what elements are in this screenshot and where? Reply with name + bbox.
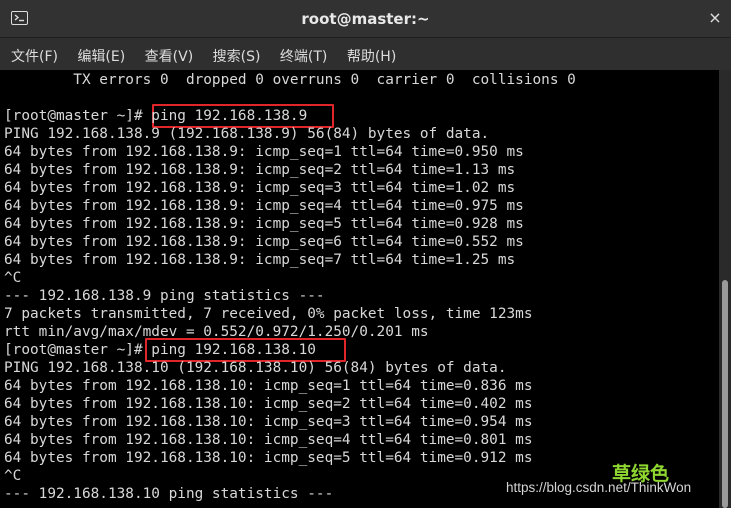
terminal-line: 64 bytes from 192.168.138.9: icmp_seq=3 … bbox=[4, 180, 516, 196]
terminal-line: --- 192.168.138.9 ping statistics --- bbox=[4, 288, 325, 304]
menu-view[interactable]: 查看(V) bbox=[145, 46, 194, 66]
terminal-line: ^C bbox=[4, 468, 22, 484]
terminal-window: root@master:~ × 文件(F) 编辑(E) 查看(V) 搜索(S) … bbox=[0, 0, 731, 508]
terminal-line: --- 192.168.138.10 ping statistics --- bbox=[4, 486, 334, 502]
terminal-line: 64 bytes from 192.168.138.10: icmp_seq=3… bbox=[4, 414, 533, 430]
terminal-line: ^C bbox=[4, 270, 22, 286]
terminal-line: 64 bytes from 192.168.138.10: icmp_seq=2… bbox=[4, 396, 533, 412]
menu-file[interactable]: 文件(F) bbox=[11, 46, 58, 66]
terminal-line: PING 192.168.138.10 (192.168.138.10) 56(… bbox=[4, 360, 507, 376]
terminal-line: rtt min/avg/max/mdev = 0.552/0.972/1.250… bbox=[4, 324, 429, 340]
terminal-line: [root@master ~]# ping 192.168.138.9 bbox=[4, 108, 308, 124]
terminal-line: 64 bytes from 192.168.138.9: icmp_seq=6 … bbox=[4, 234, 524, 250]
terminal-line: 64 bytes from 192.168.138.9: icmp_seq=2 … bbox=[4, 162, 516, 178]
terminal-line: [root@master ~]# ping 192.168.138.10 bbox=[4, 342, 316, 358]
menu-terminal[interactable]: 终端(T) bbox=[280, 46, 327, 66]
scrollbar[interactable] bbox=[719, 70, 731, 508]
window-title: root@master:~ bbox=[301, 10, 430, 28]
terminal-output[interactable]: TX errors 0 dropped 0 overruns 0 carrier… bbox=[0, 70, 719, 508]
menu-search[interactable]: 搜索(S) bbox=[213, 46, 261, 66]
terminal-line: TX errors 0 dropped 0 overruns 0 carrier… bbox=[4, 72, 576, 88]
terminal-line: 64 bytes from 192.168.138.10: icmp_seq=1… bbox=[4, 378, 533, 394]
terminal-line: 64 bytes from 192.168.138.10: icmp_seq=4… bbox=[4, 432, 533, 448]
menu-bar: 文件(F) 编辑(E) 查看(V) 搜索(S) 终端(T) 帮助(H) bbox=[0, 38, 731, 70]
close-icon[interactable]: × bbox=[705, 8, 725, 28]
terminal-line: 64 bytes from 192.168.138.9: icmp_seq=1 … bbox=[4, 144, 524, 160]
terminal-line: 64 bytes from 192.168.138.9: icmp_seq=5 … bbox=[4, 216, 524, 232]
terminal-line: 64 bytes from 192.168.138.9: icmp_seq=4 … bbox=[4, 198, 524, 214]
menu-help[interactable]: 帮助(H) bbox=[347, 46, 396, 66]
scrollbar-thumb[interactable] bbox=[722, 280, 728, 508]
terminal-line: 7 packets transmitted, 7 received, 0% pa… bbox=[4, 306, 533, 322]
terminal-line: 64 bytes from 192.168.138.9: icmp_seq=7 … bbox=[4, 252, 516, 268]
title-bar[interactable]: root@master:~ × bbox=[0, 0, 731, 38]
menu-edit[interactable]: 编辑(E) bbox=[77, 46, 125, 66]
terminal-line: PING 192.168.138.9 (192.168.138.9) 56(84… bbox=[4, 126, 490, 142]
terminal-line: 64 bytes from 192.168.138.10: icmp_seq=5… bbox=[4, 450, 533, 466]
watermark-url: https://blog.csdn.net/ThinkWon bbox=[506, 480, 692, 495]
